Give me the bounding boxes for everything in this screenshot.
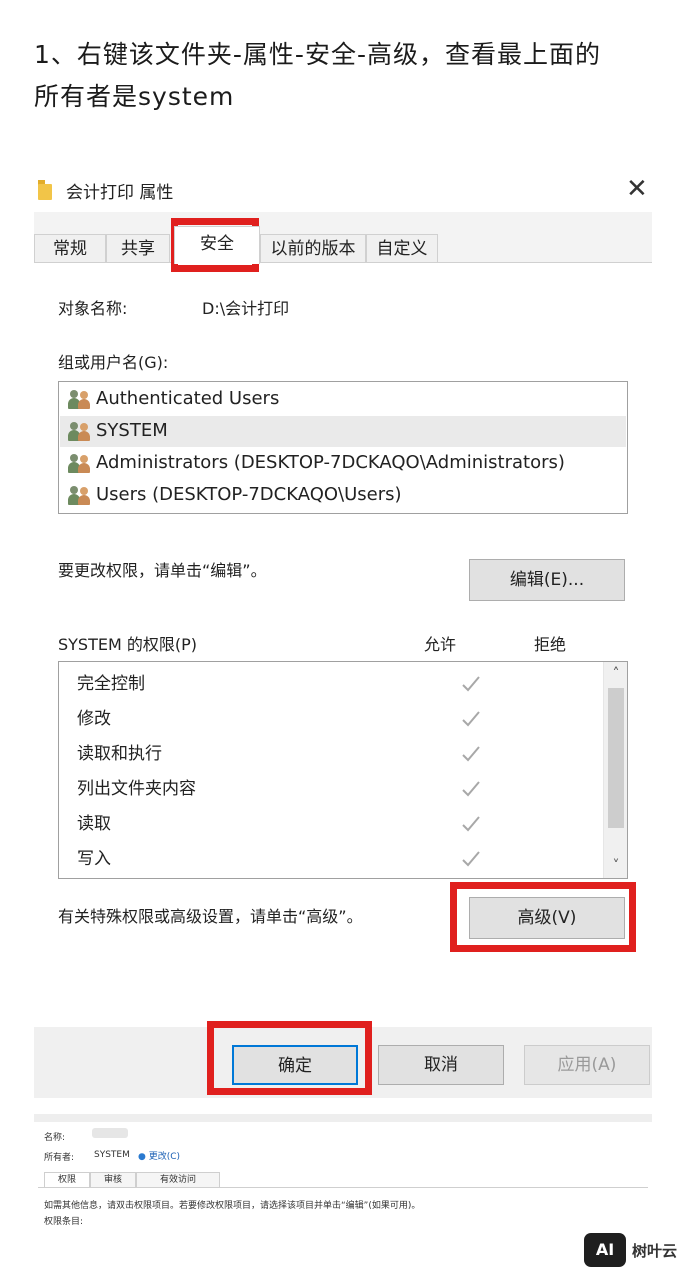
apply-button[interactable]: 应用(A) (524, 1045, 650, 1085)
preview-info-text: 如需其他信息，请双击权限项目。若要修改权限项目，请选择该项目并单击“编辑”(如果… (44, 1201, 421, 1211)
user-row-authenticated-users[interactable]: Authenticated Users (60, 384, 626, 415)
tab-sharing[interactable]: 共享 (106, 234, 170, 264)
preview-top-bar (34, 1114, 652, 1122)
tab-general[interactable]: 常规 (34, 234, 106, 264)
cancel-button[interactable]: 取消 (378, 1045, 504, 1085)
deny-column-header: 拒绝 (534, 635, 567, 654)
change-link-text: 更改(C) (148, 1152, 181, 1162)
ai-logo: AI (584, 1233, 626, 1267)
title-bar: 会计打印 属性 ✕ (34, 168, 652, 212)
user-row-administrators[interactable]: Administrators (DESKTOP-7DCKAQO\Administ… (60, 448, 626, 479)
scroll-thumb[interactable] (608, 688, 624, 828)
groups-label: 组或用户名(G): (58, 353, 169, 372)
user-row-system[interactable]: SYSTEM (60, 416, 626, 447)
permission-row-read: 读取 (77, 808, 577, 840)
check-icon (462, 781, 480, 797)
preview-change-link[interactable]: ● 更改(C) (138, 1149, 180, 1162)
properties-dialog: 会计打印 属性 ✕ 常规 共享 安全 以前的版本 自定义 对象名称: D:\会计… (34, 168, 652, 1098)
permission-name: 读取 (77, 814, 111, 834)
close-icon[interactable]: ✕ (626, 174, 648, 204)
permissions-header: SYSTEM 的权限(P) (58, 635, 197, 654)
object-name-value: D:\会计打印 (202, 299, 290, 318)
permissions-list: 完全控制 修改 读取和执行 列出文件夹内容 读取 写入 ˄ ˅ (58, 661, 628, 879)
preview-name-label: 名称: (44, 1133, 66, 1143)
permission-name: 写入 (77, 849, 111, 869)
tab-customize[interactable]: 自定义 (366, 234, 438, 264)
users-icon (68, 454, 94, 474)
edit-hint: 要更改权限，请单击“编辑”。 (58, 561, 267, 580)
allow-column-header: 允许 (424, 635, 457, 654)
instruction-line-2: 所有者是system (34, 82, 235, 111)
scroll-up-icon[interactable]: ˄ (608, 666, 624, 682)
permission-row-read-execute: 读取和执行 (77, 738, 577, 770)
tab-security[interactable]: 安全 (174, 226, 260, 264)
window-title: 会计打印 属性 (66, 183, 174, 203)
users-icon (68, 486, 94, 506)
user-name: SYSTEM (96, 420, 168, 441)
check-icon (462, 676, 480, 692)
permission-row-write: 写入 (77, 843, 577, 875)
users-list: Authenticated Users SYSTEM Administrator… (58, 381, 628, 514)
advanced-button[interactable]: 高级(V) (469, 897, 625, 939)
tab-strip: 常规 共享 安全 以前的版本 自定义 (34, 212, 652, 264)
preview-owner-label: 所有者: (44, 1153, 75, 1163)
user-name: Administrators (DESKTOP-7DCKAQO\Administ… (96, 452, 565, 473)
dialog-footer: 确定 取消 应用(A) (34, 1027, 652, 1098)
preview-tab-effective-access[interactable]: 有效访问 (136, 1172, 220, 1187)
edit-button[interactable]: 编辑(E)... (469, 559, 625, 601)
ok-button[interactable]: 确定 (232, 1045, 358, 1085)
preview-name-blurred (92, 1128, 128, 1138)
check-icon (462, 816, 480, 832)
permissions-scrollbar[interactable]: ˄ ˅ (603, 662, 627, 878)
site-watermark: AI 树叶云 (584, 1233, 678, 1267)
users-icon (68, 390, 94, 410)
permission-row-full-control: 完全控制 (77, 668, 577, 700)
permission-name: 完全控制 (77, 674, 145, 694)
shield-icon: ● (138, 1152, 146, 1162)
check-icon (462, 851, 480, 867)
instruction-line-1: 1、右键该文件夹-属性-安全-高级，查看最上面的 (34, 40, 601, 69)
advanced-settings-preview: 名称: 所有者: SYSTEM ● 更改(C) 权限 审核 有效访问 如需其他信… (34, 1114, 652, 1232)
permission-row-modify: 修改 (77, 703, 577, 735)
preview-tab-permissions[interactable]: 权限 (44, 1172, 90, 1187)
folder-icon (38, 180, 54, 200)
preview-owner-value: SYSTEM (94, 1150, 130, 1160)
object-name-label: 对象名称: (58, 299, 128, 318)
tab-previous-versions[interactable]: 以前的版本 (260, 234, 366, 264)
advanced-hint: 有关特殊权限或高级设置，请单击“高级”。 (58, 907, 363, 926)
check-icon (462, 711, 480, 727)
user-row-users[interactable]: Users (DESKTOP-7DCKAQO\Users) (60, 480, 626, 511)
users-icon (68, 422, 94, 442)
instruction-text: 1、右键该文件夹-属性-安全-高级，查看最上面的 所有者是system (34, 34, 664, 118)
site-name: 树叶云 (632, 1242, 678, 1260)
check-icon (462, 746, 480, 762)
scroll-down-icon[interactable]: ˅ (608, 858, 624, 874)
permission-row-list-folder: 列出文件夹内容 (77, 773, 577, 805)
security-panel: 对象名称: D:\会计打印 组或用户名(G): Authenticated Us… (34, 262, 652, 1027)
user-name: Authenticated Users (96, 388, 280, 409)
permission-name: 读取和执行 (77, 744, 162, 764)
permission-name: 列出文件夹内容 (77, 779, 196, 799)
permission-name: 修改 (77, 709, 111, 729)
preview-tab-divider (38, 1187, 648, 1188)
user-name: Users (DESKTOP-7DCKAQO\Users) (96, 484, 402, 505)
preview-entries-label: 权限条目: (44, 1217, 84, 1227)
preview-tab-auditing[interactable]: 审核 (90, 1172, 136, 1187)
